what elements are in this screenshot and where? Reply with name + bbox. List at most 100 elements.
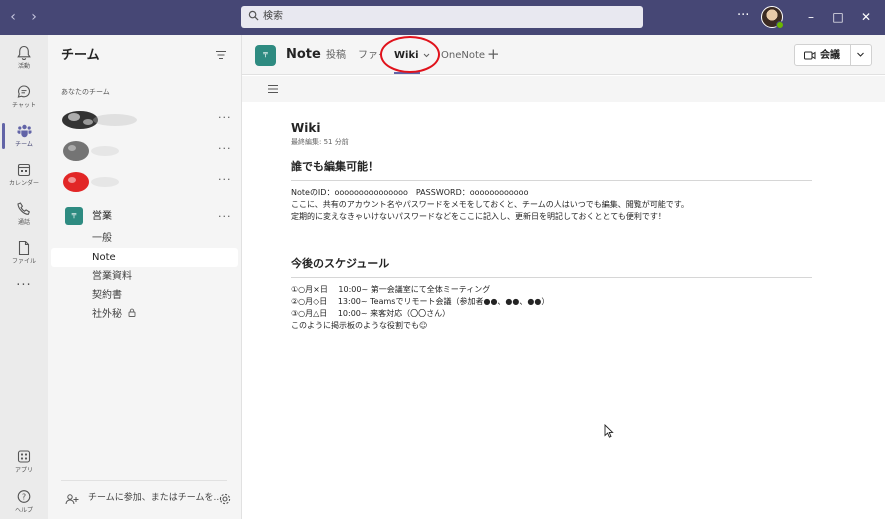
rail-item-help[interactable]: ? ヘルプ — [0, 485, 48, 519]
team-row-redacted-3[interactable]: ··· — [48, 168, 242, 196]
rail-label: アプリ — [14, 467, 33, 474]
close-icon[interactable]: ✕ — [858, 9, 874, 25]
wiki-toolbar — [242, 76, 885, 102]
channel-label: 社外秘 — [92, 309, 122, 320]
rail-item-chat[interactable]: チャット — [0, 80, 48, 120]
divider — [291, 277, 812, 278]
wiki-text-line[interactable]: ②○月◇日 13:00~ Teamsでリモート会議（参加者●●、●●、●●） — [291, 296, 549, 307]
channel-sales-materials[interactable]: 営業資料 — [51, 267, 238, 286]
title-bar: ‹ › 検索 ··· – □ ✕ — [0, 0, 885, 35]
wiki-text-line[interactable]: 定期的に変えなきゃいけないパスワードなどをここに記入し、更新日を明記しておくとと… — [291, 211, 666, 222]
wiki-section-heading[interactable]: 今後のスケジュール — [291, 257, 389, 271]
channel-note[interactable]: Note — [51, 248, 238, 267]
rail-label: チーム — [15, 141, 33, 148]
channel-title: Note — [286, 47, 321, 62]
team-row-redacted-1[interactable]: ··· — [48, 106, 242, 134]
section-label: あなたのチーム — [61, 88, 110, 96]
divider — [61, 480, 227, 481]
rail-item-apps[interactable]: アプリ — [0, 445, 48, 485]
avatar[interactable] — [761, 6, 784, 29]
wiki-section-heading[interactable]: 誰でも編集可能！ — [291, 160, 379, 174]
rail-item-teams[interactable]: チーム — [0, 119, 48, 159]
channel-header: 〒 Note 投稿 ファイル Wiki OneNote + 会議 — [242, 35, 885, 75]
team-more-icon[interactable]: ··· — [218, 142, 232, 155]
panel-title: チーム — [61, 48, 100, 63]
filter-icon[interactable] — [215, 50, 227, 60]
channel-icon: 〒 — [255, 45, 276, 66]
file-icon — [18, 240, 30, 256]
rail-item-files[interactable]: ファイル — [0, 236, 48, 276]
redacted-team-image — [63, 141, 119, 161]
channel-label: 一般 — [92, 233, 112, 244]
gear-icon[interactable] — [219, 493, 231, 505]
wiki-page-title[interactable]: Wiki — [291, 121, 320, 136]
forward-arrow-icon[interactable]: › — [27, 9, 41, 25]
more-apps-icon[interactable]: ··· — [0, 278, 48, 293]
rail-item-activity[interactable]: 活動 — [0, 41, 48, 81]
tab-onenote[interactable]: OneNote — [441, 49, 485, 62]
redacted-team-image — [63, 172, 119, 192]
rail-label: ファイル — [11, 258, 36, 265]
tab-files[interactable]: ファイル — [358, 49, 382, 62]
redacted-team-image — [62, 111, 137, 129]
rail-label: 活動 — [17, 63, 30, 70]
wiki-text-line[interactable]: NoteのID：ooooooooooooooo PASSWORD：ooooooo… — [291, 187, 528, 198]
wiki-text-line[interactable]: ここに、共有のアカウント名やパスワードをメモをしておくと、チームの人はいつでも編… — [291, 199, 689, 210]
channel-label: 営業資料 — [92, 271, 132, 282]
rail-label: カレンダー — [8, 180, 39, 187]
phone-icon — [17, 202, 30, 215]
help-icon: ? — [17, 490, 31, 503]
join-or-create-team-link[interactable]: チームに参加、またはチームを... — [88, 492, 222, 504]
bell-icon — [17, 45, 31, 61]
search-placeholder: 検索 — [263, 11, 283, 22]
more-options-icon[interactable]: ··· — [737, 8, 749, 24]
wiki-text-line[interactable]: ③○月△日 10:00~ 来客対応（〇〇さん） — [291, 308, 450, 319]
rail-label: チャット — [12, 102, 36, 109]
rail-item-calendar[interactable]: カレンダー — [0, 158, 48, 198]
apps-icon — [17, 450, 31, 463]
maximize-icon[interactable]: □ — [830, 9, 846, 25]
team-icon: 〒 — [65, 207, 83, 225]
back-arrow-icon[interactable]: ‹ — [6, 9, 20, 25]
channel-general[interactable]: 一般 — [51, 229, 238, 248]
channel-confidential[interactable]: 社外秘 — [51, 305, 238, 324]
search-icon — [248, 10, 259, 21]
meet-button-label: 会議 — [820, 50, 840, 61]
add-tab-button[interactable]: + — [487, 45, 500, 63]
rail-item-calls[interactable]: 通話 — [0, 197, 48, 237]
team-row-redacted-2[interactable]: ··· — [48, 137, 242, 165]
hamburger-menu-icon[interactable] — [267, 84, 279, 94]
chevron-down-icon[interactable] — [856, 50, 865, 59]
chat-icon — [17, 85, 31, 98]
team-more-icon[interactable]: ··· — [218, 111, 232, 124]
app-rail: 活動 チャット チーム カレンダー 通話 ファイル ··· アプリ ? ヘルプ — [0, 35, 48, 519]
svg-text:?: ? — [22, 492, 26, 501]
rail-label: 通話 — [17, 219, 30, 226]
channel-label: Note — [92, 252, 116, 263]
wiki-text-line[interactable]: ①○月×日 10:00~ 第一会議室にて全体ミーティング — [291, 284, 490, 295]
channel-contracts[interactable]: 契約書 — [51, 286, 238, 305]
meet-button[interactable]: 会議 — [794, 44, 872, 66]
divider — [291, 180, 812, 181]
team-more-icon[interactable]: ··· — [218, 173, 232, 186]
teams-icon — [17, 124, 32, 138]
calendar-icon — [17, 163, 31, 177]
search-input[interactable]: 検索 — [241, 6, 643, 28]
channel-label: 契約書 — [92, 290, 122, 301]
join-team-icon — [65, 494, 79, 505]
team-more-icon[interactable]: ··· — [218, 210, 232, 223]
presence-available-icon — [776, 21, 784, 29]
lock-icon — [128, 308, 136, 317]
team-name[interactable]: 営業 — [92, 210, 112, 223]
video-camera-icon — [804, 51, 816, 60]
tab-posts[interactable]: 投稿 — [326, 49, 346, 62]
divider — [850, 45, 851, 65]
main-content: 〒 Note 投稿 ファイル Wiki OneNote + 会議 Wiki 最終… — [242, 35, 885, 519]
rail-label: ヘルプ — [14, 507, 33, 514]
minimize-icon[interactable]: – — [803, 9, 819, 25]
highlight-circle-annotation — [380, 36, 440, 73]
mouse-cursor-icon — [604, 424, 614, 438]
last-edited-text: 最終編集: 51 分前 — [291, 138, 349, 146]
teams-panel: チーム あなたのチーム ··· ··· ··· 〒 営業 ··· 一般 Note… — [48, 35, 242, 519]
wiki-text-line[interactable]: このように掲示板のような役割でも☺ — [291, 320, 427, 331]
